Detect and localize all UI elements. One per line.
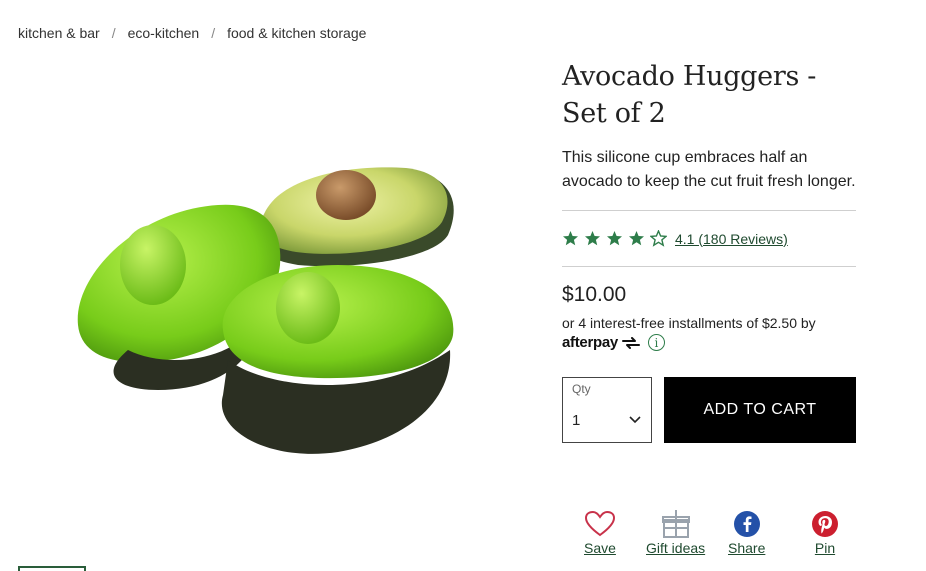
save-button[interactable]: Save <box>584 508 616 556</box>
info-icon[interactable]: i <box>647 334 665 351</box>
breadcrumb: kitchen & bar / eco-kitchen / food & kit… <box>18 25 366 41</box>
purchase-row: Qty 1 ADD TO CART <box>562 377 856 443</box>
rating-row: 4.1 (180 Reviews) <box>562 211 856 266</box>
rating-stars <box>562 230 667 247</box>
share-label: Share <box>728 540 766 556</box>
reviews-link[interactable]: 4.1 (180 Reviews) <box>675 231 788 247</box>
gift-ideas-label: Gift ideas <box>646 540 706 556</box>
price: $10.00 <box>562 283 627 306</box>
pin-button[interactable]: Pin <box>812 508 838 556</box>
afterpay-arrows-icon <box>621 336 640 349</box>
qty-label: Qty <box>572 382 591 396</box>
heart-icon <box>584 508 615 540</box>
product-actions: Save Gift ideas Share Pin <box>562 508 856 558</box>
star-icon <box>585 231 600 246</box>
chevron-down-icon <box>629 416 641 424</box>
star-icon <box>650 230 667 247</box>
breadcrumb-separator: / <box>211 25 216 41</box>
star-icon <box>629 231 644 246</box>
afterpay-row: afterpay i <box>562 334 856 351</box>
breadcrumb-eco-kitchen[interactable]: eco-kitchen <box>128 25 200 41</box>
installments-text: or 4 interest-free installments of $2.50… <box>562 315 816 331</box>
quantity-select[interactable]: Qty 1 <box>562 377 652 443</box>
share-button[interactable]: Share <box>728 508 765 556</box>
afterpay-logo: afterpay <box>562 334 618 351</box>
gift-icon <box>661 508 690 540</box>
product-title: Avocado Huggers - Set of 2 <box>562 61 817 129</box>
pin-label: Pin <box>814 540 836 556</box>
product-description: This silicone cup embraces half an avoca… <box>562 149 856 190</box>
star-icon <box>563 231 578 246</box>
gift-ideas-button[interactable]: Gift ideas <box>646 508 705 556</box>
qty-value: 1 <box>572 412 581 429</box>
thumbnail-selected-indicator[interactable] <box>18 566 86 571</box>
product-image <box>77 167 454 454</box>
add-to-cart-button[interactable]: ADD TO CART <box>664 377 856 443</box>
star-icon <box>607 231 622 246</box>
divider <box>562 266 856 267</box>
facebook-icon <box>733 508 760 540</box>
breadcrumb-kitchen-bar[interactable]: kitchen & bar <box>18 25 100 41</box>
product-info: Avocado Huggers - Set of 2 This silicone… <box>562 58 856 443</box>
save-label: Save <box>584 540 616 556</box>
breadcrumb-separator: / <box>111 25 116 41</box>
breadcrumb-food-kitchen-storage[interactable]: food & kitchen storage <box>227 25 366 41</box>
product-gallery[interactable] <box>18 60 528 571</box>
pinterest-icon <box>812 508 838 540</box>
